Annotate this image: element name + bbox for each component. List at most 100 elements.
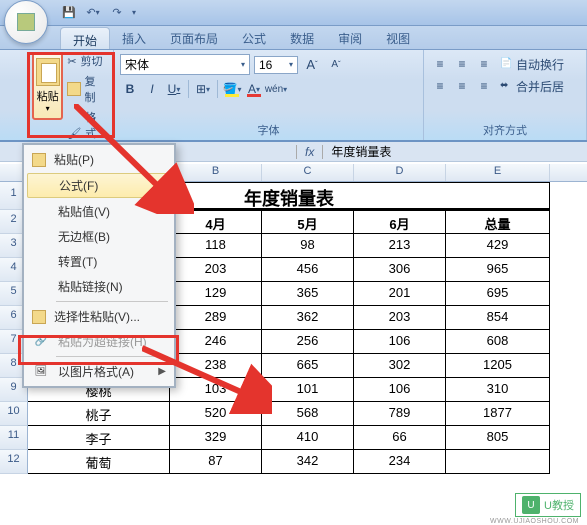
border-button[interactable]: ⊞▾ (193, 79, 213, 99)
menu-transpose[interactable]: 转置(T) (26, 249, 172, 274)
font-name-select[interactable]: 宋体▾ (120, 54, 250, 75)
table-cell[interactable]: 6月 (354, 210, 446, 234)
fill-color-button[interactable]: 🪣▾ (222, 79, 242, 99)
table-cell[interactable]: 520 (170, 402, 262, 426)
table-cell[interactable]: 66 (354, 426, 446, 450)
table-cell[interactable]: 342 (262, 450, 354, 474)
table-cell[interactable]: 213 (354, 234, 446, 258)
table-cell[interactable]: 608 (446, 330, 550, 354)
table-cell[interactable]: 238 (170, 354, 262, 378)
menu-no-border[interactable]: 无边框(B) (26, 224, 172, 249)
align-left-button[interactable]: ≡ (430, 76, 450, 96)
bold-button[interactable]: B (120, 79, 140, 99)
table-cell[interactable]: 456 (262, 258, 354, 282)
table-cell[interactable]: 289 (170, 306, 262, 330)
table-cell[interactable]: 103 (170, 378, 262, 402)
table-cell[interactable]: 203 (170, 258, 262, 282)
table-cell[interactable]: 101 (262, 378, 354, 402)
table-cell[interactable]: 118 (170, 234, 262, 258)
align-mid-button[interactable]: ≡ (452, 54, 472, 74)
fx-label[interactable]: fx (296, 145, 323, 159)
col-header[interactable]: B (170, 164, 262, 181)
menu-paste-special[interactable]: 选择性粘贴(V)... (26, 304, 172, 329)
office-button[interactable] (4, 0, 48, 44)
wrap-text-button[interactable]: 📄自动换行 (496, 55, 568, 74)
table-cell[interactable]: 87 (170, 450, 262, 474)
table-cell[interactable]: 568 (262, 402, 354, 426)
table-cell[interactable]: 789 (354, 402, 446, 426)
italic-button[interactable]: I (142, 79, 162, 99)
col-header[interactable]: D (354, 164, 446, 181)
table-cell[interactable]: 246 (170, 330, 262, 354)
tab-formula[interactable]: 公式 (230, 26, 278, 49)
col-header[interactable]: E (446, 164, 550, 181)
table-cell[interactable]: 106 (354, 330, 446, 354)
table-cell[interactable]: 805 (446, 426, 550, 450)
table-cell[interactable]: 429 (446, 234, 550, 258)
align-right-button[interactable]: ≡ (474, 76, 494, 96)
tab-page-layout[interactable]: 页面布局 (158, 26, 230, 49)
merge-center-button[interactable]: ⬌合并后居 (496, 77, 568, 96)
tab-insert[interactable]: 插入 (110, 26, 158, 49)
table-cell[interactable]: 203 (354, 306, 446, 330)
table-cell[interactable]: 李子 (28, 426, 170, 450)
table-cell[interactable]: 201 (354, 282, 446, 306)
table-cell[interactable]: 98 (262, 234, 354, 258)
paste-button[interactable]: 粘贴 ▾ (32, 52, 63, 120)
align-bot-button[interactable]: ≡ (474, 54, 494, 74)
copy-icon (67, 82, 80, 96)
menu-as-picture[interactable]: 🖼以图片格式(A)▶ (26, 359, 172, 384)
copy-button[interactable]: 复制 (65, 72, 107, 106)
table-cell[interactable]: 葡萄 (28, 450, 170, 474)
table-cell[interactable]: 106 (354, 378, 446, 402)
align-center-button[interactable]: ≡ (452, 76, 472, 96)
table-cell[interactable]: 310 (446, 378, 550, 402)
phonetic-button[interactable]: wén▾ (266, 79, 286, 99)
undo-icon[interactable]: ↶▾ (84, 4, 102, 22)
table-cell[interactable]: 256 (262, 330, 354, 354)
table-cell[interactable]: 365 (262, 282, 354, 306)
menu-formula[interactable]: 公式(F) (27, 173, 171, 198)
menu-paste-hyperlink[interactable]: 🔗粘贴为超链接(H) (26, 329, 172, 354)
row-header[interactable]: 10 (0, 402, 28, 426)
cut-button[interactable]: ✂剪切 (65, 52, 107, 70)
table-cell[interactable]: 329 (170, 426, 262, 450)
font-color-button[interactable]: A▾ (244, 79, 264, 99)
tab-data[interactable]: 数据 (278, 26, 326, 49)
table-cell[interactable]: 5月 (262, 210, 354, 234)
table-cell[interactable]: 234 (354, 450, 446, 474)
tab-start[interactable]: 开始 (60, 27, 110, 49)
menu-paste-link[interactable]: 粘贴链接(N) (26, 274, 172, 299)
menu-paste[interactable]: 粘贴(P) (26, 147, 172, 172)
table-cell[interactable]: 854 (446, 306, 550, 330)
tab-view[interactable]: 视图 (374, 26, 422, 49)
menu-paste-value[interactable]: 粘贴值(V) (26, 199, 172, 224)
table-cell[interactable]: 4月 (170, 210, 262, 234)
table-cell[interactable]: 302 (354, 354, 446, 378)
table-cell[interactable]: 695 (446, 282, 550, 306)
qat-more-icon[interactable]: ▾ (132, 8, 136, 17)
save-icon[interactable]: 💾 (60, 4, 78, 22)
table-cell[interactable]: 965 (446, 258, 550, 282)
formula-text[interactable]: 年度销量表 (323, 143, 391, 160)
table-cell[interactable] (446, 450, 550, 474)
align-top-button[interactable]: ≡ (430, 54, 450, 74)
underline-button[interactable]: U▾ (164, 79, 184, 99)
table-cell[interactable]: 129 (170, 282, 262, 306)
increase-font-button[interactable]: Aˇ (302, 55, 322, 75)
table-cell[interactable]: 总量 (446, 210, 550, 234)
table-cell[interactable]: 362 (262, 306, 354, 330)
table-cell[interactable]: 1877 (446, 402, 550, 426)
col-header[interactable]: C (262, 164, 354, 181)
redo-icon[interactable]: ↷ (108, 4, 126, 22)
row-header[interactable]: 12 (0, 450, 28, 474)
table-cell[interactable]: 1205 (446, 354, 550, 378)
table-cell[interactable]: 665 (262, 354, 354, 378)
row-header[interactable]: 11 (0, 426, 28, 450)
tab-review[interactable]: 审阅 (326, 26, 374, 49)
table-cell[interactable]: 306 (354, 258, 446, 282)
font-size-select[interactable]: 16▾ (254, 56, 298, 74)
table-cell[interactable]: 桃子 (28, 402, 170, 426)
decrease-font-button[interactable]: Aˇ (326, 55, 346, 75)
table-cell[interactable]: 410 (262, 426, 354, 450)
